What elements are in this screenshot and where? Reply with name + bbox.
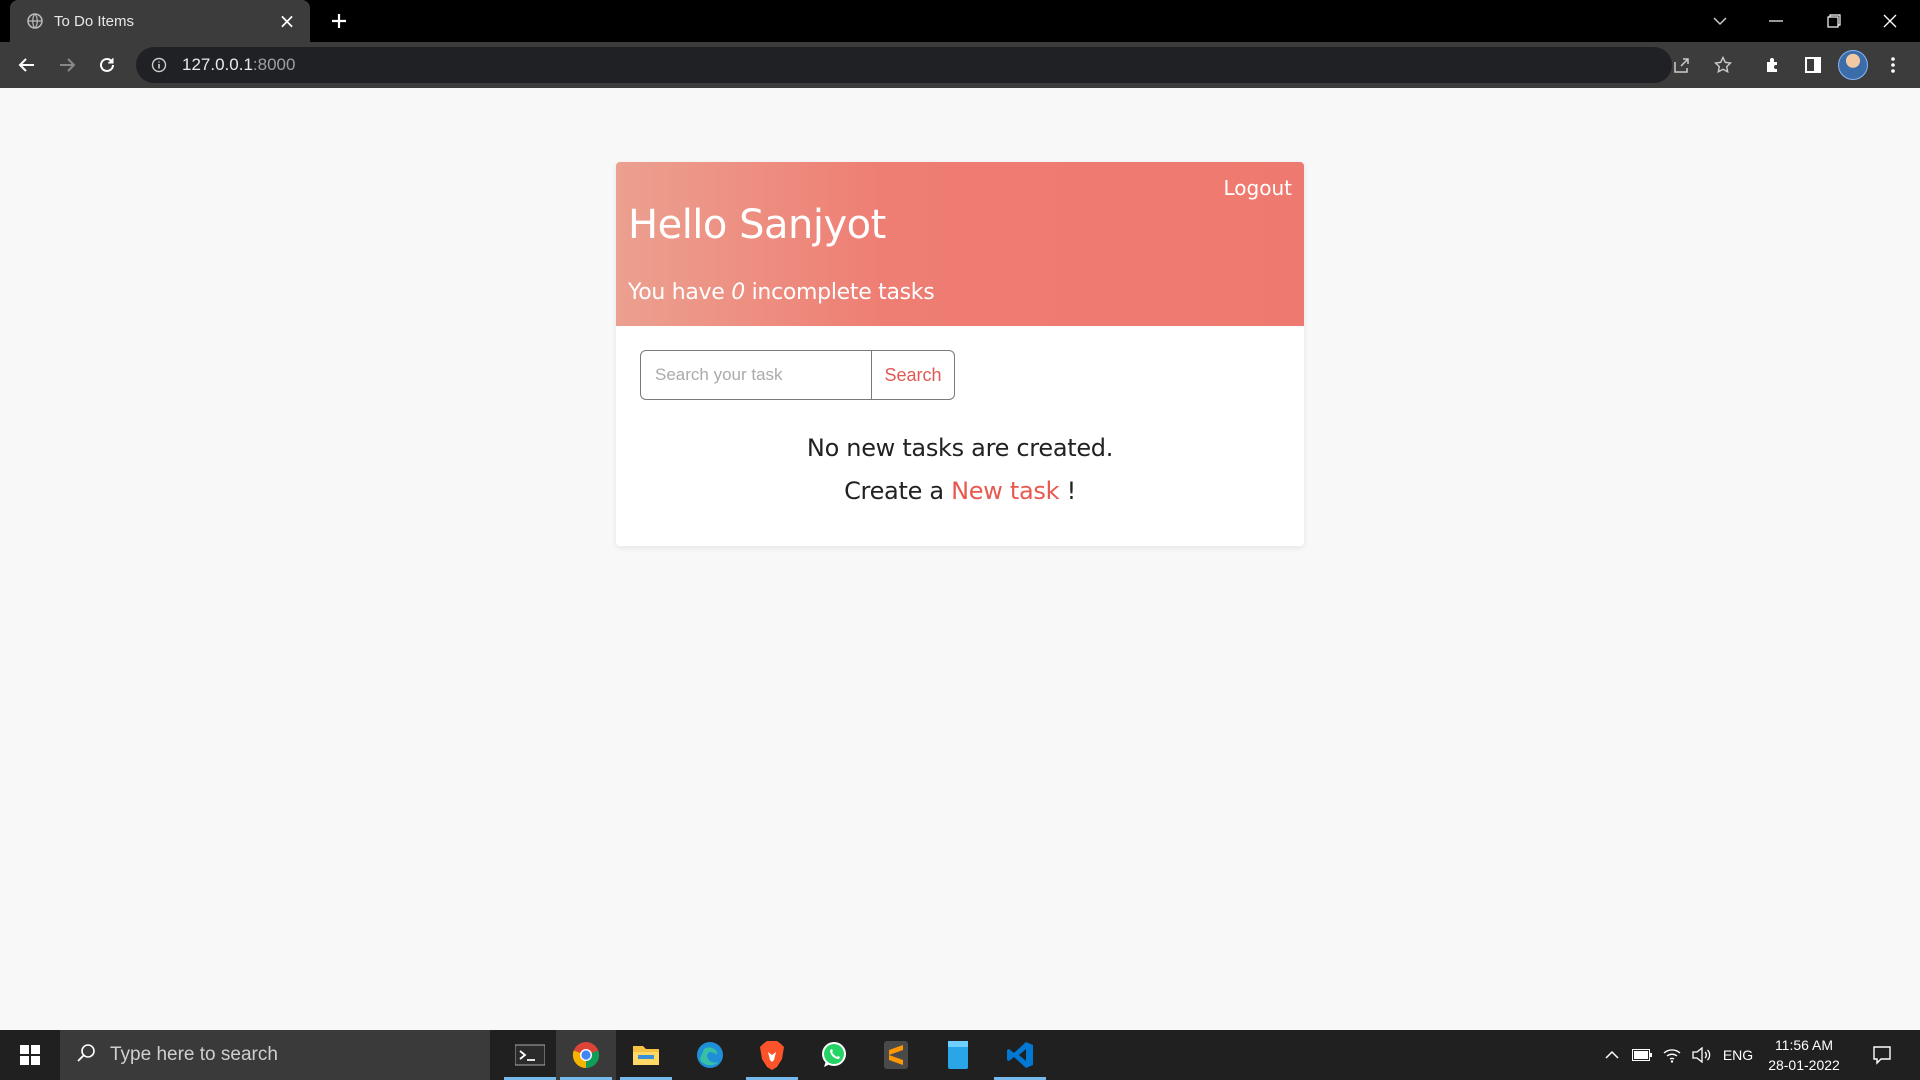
wifi-icon[interactable] (1658, 1030, 1686, 1080)
sublime-text-app-icon[interactable] (866, 1030, 926, 1080)
summary-prefix: You have (628, 280, 725, 305)
clock-date: 28-01-2022 (1768, 1057, 1840, 1073)
clock-time: 11:56 AM (1774, 1037, 1834, 1053)
tab-search-chevron-icon[interactable] (1692, 0, 1748, 42)
extensions-puzzle-icon[interactable] (1758, 50, 1788, 80)
greeting-heading: Hello Sanjyot (628, 202, 886, 248)
notepad-app-icon[interactable] (928, 1030, 988, 1080)
chevron-up-icon[interactable] (1600, 1030, 1624, 1080)
tab-title: To Do Items (54, 12, 135, 30)
search-input[interactable] (640, 350, 872, 400)
new-tab-button[interactable] (324, 6, 354, 36)
notifications-icon[interactable] (1862, 1030, 1902, 1080)
browser-toolbar: 127.0.0.1:8000 (0, 42, 1920, 88)
incomplete-count: 0 (731, 280, 745, 305)
page-viewport: Logout Hello Sanjyot You have 0 incomple… (0, 88, 1920, 1030)
info-icon[interactable] (150, 56, 168, 74)
browser-tabbar: To Do Items × (0, 0, 1920, 42)
create-suffix: ! (1066, 477, 1077, 505)
edge-app-icon[interactable] (680, 1030, 740, 1080)
browser-tab[interactable]: To Do Items × (10, 0, 310, 42)
empty-state-message: No new tasks are created. (806, 434, 1114, 462)
volume-icon[interactable] (1688, 1030, 1716, 1080)
windows-start-icon[interactable] (0, 1030, 60, 1080)
terminal-app-icon[interactable] (500, 1030, 560, 1080)
side-panel-icon[interactable] (1798, 50, 1828, 80)
share-icon[interactable] (1666, 50, 1696, 80)
taskbar-search-placeholder: Type here to search (110, 1044, 278, 1065)
system-clock[interactable]: 11:56 AM 28-01-2022 (1756, 1030, 1852, 1080)
task-summary: You have 0 incomplete tasks (628, 280, 935, 305)
logout-link[interactable]: Logout (1224, 176, 1292, 200)
windows-taskbar: Type here to search ENG 11:56 AM 28-01-2… (0, 1030, 1920, 1080)
search-form: Search (640, 350, 955, 400)
battery-icon[interactable] (1628, 1030, 1656, 1080)
whatsapp-app-icon[interactable] (804, 1030, 864, 1080)
reload-icon[interactable] (92, 50, 122, 80)
new-task-link[interactable]: New task (951, 477, 1059, 505)
brave-app-icon[interactable] (742, 1030, 802, 1080)
menu-kebab-icon[interactable] (1878, 50, 1908, 80)
vscode-app-icon[interactable] (990, 1030, 1050, 1080)
file-explorer-app-icon[interactable] (616, 1030, 676, 1080)
profile-avatar[interactable] (1838, 50, 1868, 80)
minimize-button[interactable] (1748, 0, 1804, 42)
close-window-button[interactable] (1862, 0, 1918, 42)
chrome-app-icon[interactable] (556, 1030, 616, 1080)
card-header: Logout Hello Sanjyot You have 0 incomple… (616, 162, 1304, 326)
search-button[interactable]: Search (871, 350, 955, 400)
bookmark-star-icon[interactable] (1708, 50, 1738, 80)
address-bar[interactable]: 127.0.0.1:8000 (136, 47, 1672, 83)
forward-arrow-icon[interactable] (52, 50, 82, 80)
url-text: 127.0.0.1:8000 (182, 55, 296, 74)
todo-card: Logout Hello Sanjyot You have 0 incomple… (616, 162, 1304, 546)
close-tab-icon[interactable]: × (276, 11, 298, 31)
summary-suffix: incomplete tasks (751, 280, 935, 305)
create-task-line: Create a New task ! (616, 477, 1304, 505)
create-prefix: Create a (844, 477, 944, 505)
search-icon (76, 1043, 96, 1067)
globe-icon (26, 12, 44, 30)
back-arrow-icon[interactable] (12, 50, 42, 80)
taskbar-search-box[interactable]: Type here to search (60, 1030, 490, 1080)
restore-button[interactable] (1806, 0, 1862, 42)
language-indicator[interactable]: ENG (1720, 1030, 1756, 1080)
